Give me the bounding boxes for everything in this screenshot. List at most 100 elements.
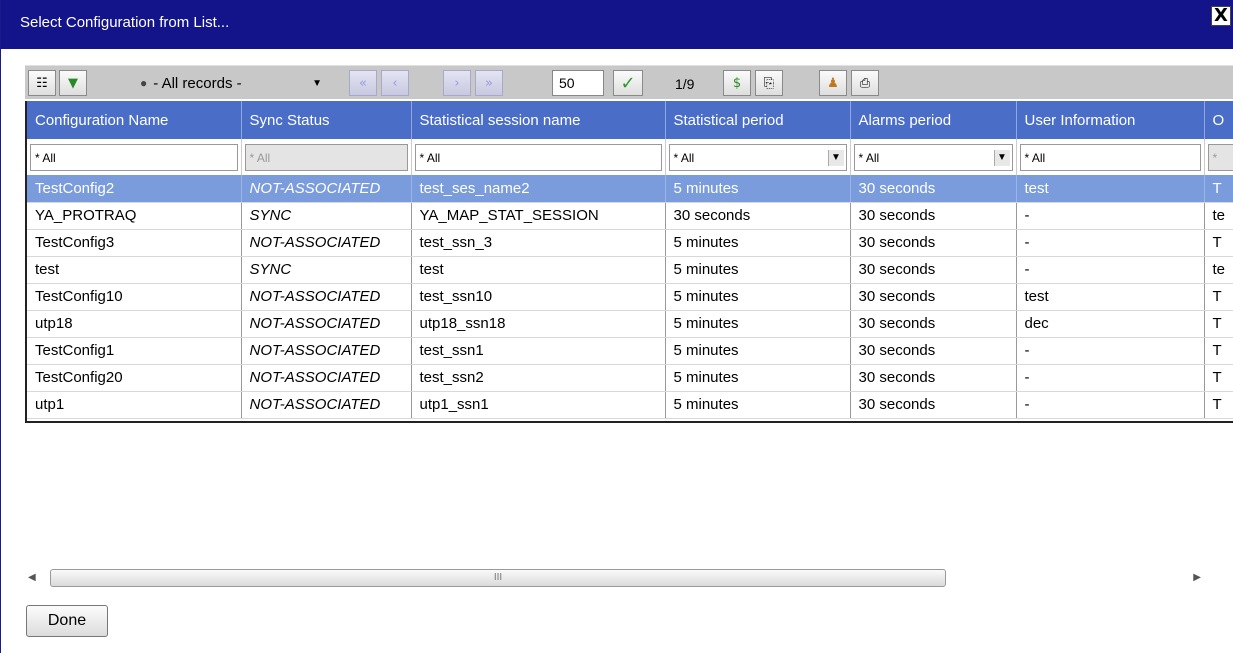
filter-alarms-period[interactable]: * All ▼	[853, 143, 1013, 171]
cell-configuration-name: TestConfig1	[27, 337, 242, 365]
scrollbar-thumb[interactable]: III	[50, 569, 946, 587]
first-page-icon: «	[359, 75, 367, 91]
next-page-icon: ›	[454, 75, 460, 91]
list-view-icon: ☷	[36, 75, 48, 91]
cell-statistical-period: 5 minutes	[665, 229, 851, 257]
table-row[interactable]: TestConfig1 NOT-ASSOCIATED test_ssn1 5 m…	[27, 337, 1233, 365]
title-bar[interactable]: Select Configuration from List... X	[1, 0, 1233, 49]
cell-sync-status: NOT-ASSOCIATED	[241, 229, 412, 257]
column-header-statistical-session-name[interactable]: Statistical session name	[411, 101, 666, 139]
cell-statistical-period: 5 minutes	[665, 256, 851, 284]
cell-other: te	[1204, 202, 1233, 230]
column-header-configuration-name[interactable]: Configuration Name	[27, 101, 242, 139]
cell-other: T	[1204, 283, 1233, 311]
column-header-statistical-period[interactable]: Statistical period	[665, 101, 851, 139]
cell-session-name: test_ssn10	[411, 283, 666, 311]
cell-alarms-period: 30 seconds	[850, 202, 1017, 230]
cell-sync-status: NOT-ASSOCIATED	[241, 175, 412, 203]
cell-other: T	[1204, 310, 1233, 338]
cell-session-name: test	[411, 256, 666, 284]
cell-user-information: -	[1016, 202, 1205, 230]
cell-user-information: -	[1016, 229, 1205, 257]
cell-alarms-period: 30 seconds	[850, 175, 1017, 203]
previous-page-button[interactable]: ‹	[381, 70, 409, 96]
filter-configuration-name[interactable]: * All	[30, 143, 238, 171]
filter-icon: ▼	[68, 75, 78, 91]
cell-user-information: -	[1016, 256, 1205, 284]
column-header-sync-status[interactable]: Sync Status	[241, 101, 412, 139]
filter-button[interactable]: ▼	[59, 70, 87, 96]
cell-user-information: -	[1016, 391, 1205, 419]
cell-user-information: -	[1016, 364, 1205, 392]
cell-session-name: test_ssn2	[411, 364, 666, 392]
cell-user-information: test	[1016, 175, 1205, 203]
cell-session-name: test_ssn_3	[411, 229, 666, 257]
column-header-alarms-period[interactable]: Alarms period	[850, 101, 1017, 139]
cell-statistical-period: 5 minutes	[665, 175, 851, 203]
print-button[interactable]: ⎙	[851, 70, 879, 96]
cell-session-name: utp18_ssn18	[411, 310, 666, 338]
filter-alarms-period-value: * All	[858, 150, 880, 165]
filter-user-information[interactable]: * All	[1019, 143, 1201, 171]
table-row[interactable]: utp1 NOT-ASSOCIATED utp1_ssn1 5 minutes …	[27, 391, 1233, 419]
apply-button[interactable]: ✓	[613, 70, 643, 96]
cell-sync-status: NOT-ASSOCIATED	[241, 364, 412, 392]
cell-user-information: test	[1016, 283, 1205, 311]
users-icon: ♟	[827, 75, 839, 91]
chevron-down-icon[interactable]: ▼	[993, 149, 1010, 166]
table-row[interactable]: YA_PROTRAQ SYNC YA_MAP_STAT_SESSION 30 s…	[27, 202, 1233, 230]
filter-statistical-session-name[interactable]: * All	[414, 143, 662, 171]
scroll-left-arrow-icon[interactable]: ◀	[28, 572, 36, 583]
cell-session-name: utp1_ssn1	[411, 391, 666, 419]
done-button[interactable]: Done	[26, 605, 108, 637]
cell-statistical-period: 5 minutes	[665, 337, 851, 365]
filter-statistical-period[interactable]: * All ▼	[668, 143, 847, 171]
last-page-button[interactable]: »	[475, 70, 503, 96]
column-chooser-button[interactable]: ☷	[28, 70, 56, 96]
cell-other: T	[1204, 175, 1233, 203]
cell-configuration-name: YA_PROTRAQ	[27, 202, 242, 230]
records-filter-value: - All records -	[153, 74, 242, 92]
filter-sync-status: * All	[244, 143, 408, 171]
table-row[interactable]: utp18 NOT-ASSOCIATED utp18_ssn18 5 minut…	[27, 310, 1233, 338]
cell-statistical-period: 5 minutes	[665, 283, 851, 311]
cell-sync-status: NOT-ASSOCIATED	[241, 391, 412, 419]
table-row[interactable]: TestConfig20 NOT-ASSOCIATED test_ssn2 5 …	[27, 364, 1233, 392]
cell-user-information: dec	[1016, 310, 1205, 338]
last-page-icon: »	[485, 75, 493, 91]
refresh-button[interactable]: $	[723, 70, 751, 96]
chevron-down-icon: ▼	[312, 77, 322, 89]
scroll-right-arrow-icon[interactable]: ▶	[1193, 572, 1201, 583]
cell-other: T	[1204, 337, 1233, 365]
horizontal-scrollbar[interactable]: ◀ III ▶	[25, 569, 1233, 589]
table-row[interactable]: TestConfig3 NOT-ASSOCIATED test_ssn_3 5 …	[27, 229, 1233, 257]
cell-alarms-period: 30 seconds	[850, 364, 1017, 392]
export-icon: ⎘	[763, 75, 775, 91]
column-header-user-information[interactable]: User Information	[1016, 101, 1205, 139]
table-row[interactable]: test SYNC test 5 minutes 30 seconds - te	[27, 256, 1233, 284]
filter-row: * All * All * All * All ▼ * All ▼ * All *	[27, 139, 1233, 175]
dialog-title: Select Configuration from List...	[20, 14, 230, 31]
cell-other: T	[1204, 391, 1233, 419]
table-row[interactable]: TestConfig2 NOT-ASSOCIATED test_ses_name…	[27, 175, 1233, 203]
first-page-button[interactable]: «	[349, 70, 377, 96]
cell-configuration-name: test	[27, 256, 242, 284]
users-button[interactable]: ♟	[819, 70, 847, 96]
close-button[interactable]: X	[1211, 6, 1231, 26]
page-size-input[interactable]: 50	[552, 70, 604, 96]
cell-sync-status: SYNC	[241, 256, 412, 284]
cell-statistical-period: 30 seconds	[665, 202, 851, 230]
records-filter-select[interactable]: ● - All records - ▼	[136, 70, 328, 96]
configuration-table: Configuration Name Sync Status Statistic…	[25, 101, 1233, 423]
table-row[interactable]: TestConfig10 NOT-ASSOCIATED test_ssn10 5…	[27, 283, 1233, 311]
chevron-down-icon[interactable]: ▼	[827, 149, 844, 166]
export-button[interactable]: ⎘	[755, 70, 783, 96]
cell-alarms-period: 30 seconds	[850, 256, 1017, 284]
printer-icon: ⎙	[859, 75, 871, 91]
column-header-other[interactable]: O	[1204, 101, 1233, 139]
cell-other: T	[1204, 229, 1233, 257]
cell-session-name: test_ses_name2	[411, 175, 666, 203]
cell-alarms-period: 30 seconds	[850, 310, 1017, 338]
cell-configuration-name: TestConfig3	[27, 229, 242, 257]
next-page-button[interactable]: ›	[443, 70, 471, 96]
